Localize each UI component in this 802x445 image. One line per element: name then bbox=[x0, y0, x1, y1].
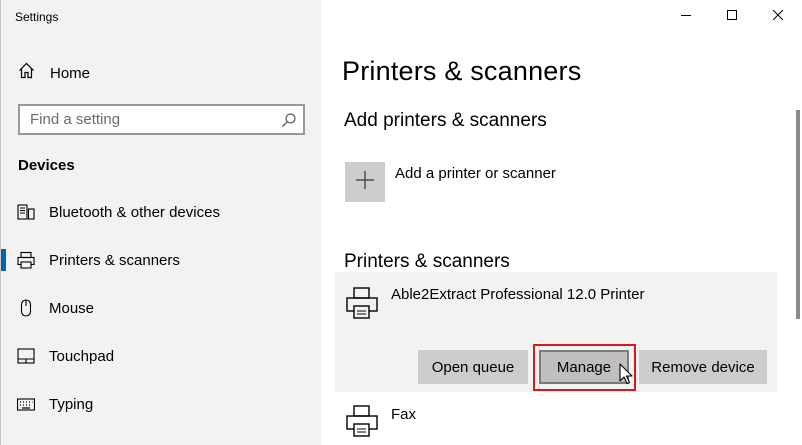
sidebar-item-label: Printers & scanners bbox=[49, 251, 180, 269]
mouse-icon bbox=[17, 299, 35, 317]
sidebar-item-touchpad[interactable]: Touchpad bbox=[1, 338, 321, 374]
add-printer-button[interactable]: Add a printer or scanner bbox=[345, 162, 556, 202]
add-tile[interactable] bbox=[345, 162, 385, 202]
plus-icon bbox=[356, 170, 374, 194]
manage-button[interactable]: Manage bbox=[539, 350, 629, 384]
minimize-button[interactable] bbox=[663, 0, 709, 32]
touchpad-icon bbox=[17, 347, 35, 365]
printer-icon bbox=[17, 251, 35, 269]
mouse-cursor-icon bbox=[619, 363, 633, 390]
search-icon[interactable] bbox=[281, 112, 297, 133]
maximize-button[interactable] bbox=[709, 0, 755, 32]
search-box[interactable] bbox=[18, 104, 305, 135]
home-icon bbox=[18, 62, 35, 84]
fax-printer-name[interactable]: Fax bbox=[391, 406, 416, 423]
minimize-icon bbox=[681, 7, 691, 25]
close-icon bbox=[772, 7, 784, 25]
sidebar-item-mouse[interactable]: Mouse bbox=[1, 290, 321, 326]
sidebar-item-label: Typing bbox=[49, 395, 94, 413]
home-label: Home bbox=[50, 64, 91, 82]
printer-icon bbox=[345, 286, 379, 325]
sidebar: Settings Home Devices Bluetooth & other … bbox=[0, 0, 321, 445]
sidebar-item-printers[interactable]: Printers & scanners bbox=[1, 242, 321, 278]
open-queue-button[interactable]: Open queue bbox=[418, 350, 528, 384]
printer-name: Able2Extract Professional 12.0 Printer bbox=[391, 286, 645, 303]
add-section-title: Add printers & scanners bbox=[344, 110, 547, 131]
fax-printer-icon bbox=[345, 404, 379, 443]
maximize-icon bbox=[727, 7, 737, 25]
scrollbar[interactable] bbox=[796, 110, 800, 319]
home-nav-item[interactable]: Home bbox=[18, 62, 91, 84]
keyboard-icon bbox=[16, 395, 36, 413]
devices-section-title: Devices bbox=[18, 157, 75, 174]
bluetooth-devices-icon bbox=[17, 203, 35, 221]
sidebar-item-label: Mouse bbox=[49, 299, 95, 317]
sidebar-item-typing[interactable]: Typing bbox=[1, 386, 321, 422]
sidebar-item-label: Touchpad bbox=[49, 347, 115, 365]
printers-section-title: Printers & scanners bbox=[344, 251, 510, 272]
sidebar-item-label: Bluetooth & other devices bbox=[49, 203, 220, 221]
page-title: Printers & scanners bbox=[342, 56, 582, 86]
add-printer-label: Add a printer or scanner bbox=[395, 164, 556, 182]
app-title: Settings bbox=[15, 10, 59, 24]
sidebar-item-bluetooth[interactable]: Bluetooth & other devices bbox=[1, 194, 321, 230]
search-input[interactable] bbox=[30, 111, 275, 128]
close-button[interactable] bbox=[755, 0, 801, 32]
remove-device-button[interactable]: Remove device bbox=[639, 350, 767, 384]
